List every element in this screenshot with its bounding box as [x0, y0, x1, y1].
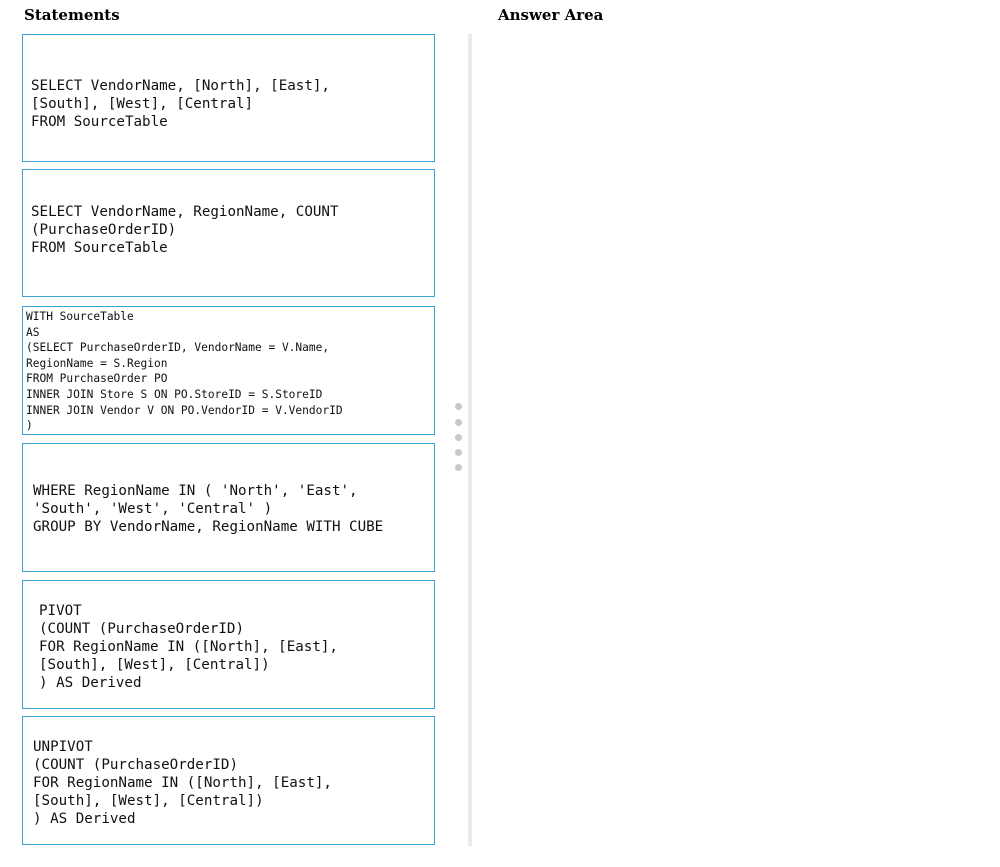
statement-card-pivot[interactable]: PIVOT (COUNT (PurchaseOrderID) FOR Regio… [22, 580, 435, 709]
statement-card-with-cte[interactable]: WITH SourceTable AS (SELECT PurchaseOrde… [22, 306, 435, 435]
statement-card-where-group-by-cube[interactable]: WHERE RegionName IN ( 'North', 'East', '… [22, 443, 435, 572]
handle-dot [455, 449, 462, 456]
handle-dot [455, 403, 462, 410]
statement-code: PIVOT (COUNT (PurchaseOrderID) FOR Regio… [39, 603, 338, 691]
statement-card-select-count[interactable]: SELECT VendorName, RegionName, COUNT (Pu… [22, 169, 435, 297]
grip-dots-icon[interactable] [455, 403, 463, 477]
answer-area-heading: Answer Area [498, 6, 604, 24]
panel-divider [468, 34, 472, 846]
statement-code: WHERE RegionName IN ( 'North', 'East', '… [33, 483, 384, 535]
statement-card-unpivot[interactable]: UNPIVOT (COUNT (PurchaseOrderID) FOR Reg… [22, 716, 435, 845]
statement-code: SELECT VendorName, RegionName, COUNT (Pu… [31, 204, 339, 256]
statement-code: UNPIVOT (COUNT (PurchaseOrderID) FOR Reg… [33, 739, 332, 827]
statements-heading: Statements [24, 6, 120, 24]
answer-area-dropzone[interactable] [478, 34, 978, 846]
handle-dot [455, 464, 462, 471]
handle-dot [455, 434, 462, 441]
statement-code: SELECT VendorName, [North], [East], [Sou… [31, 78, 330, 130]
handle-dot [455, 419, 462, 426]
statement-card-select-pivot-columns[interactable]: SELECT VendorName, [North], [East], [Sou… [22, 34, 435, 162]
statement-code: WITH SourceTable AS (SELECT PurchaseOrde… [26, 310, 343, 433]
